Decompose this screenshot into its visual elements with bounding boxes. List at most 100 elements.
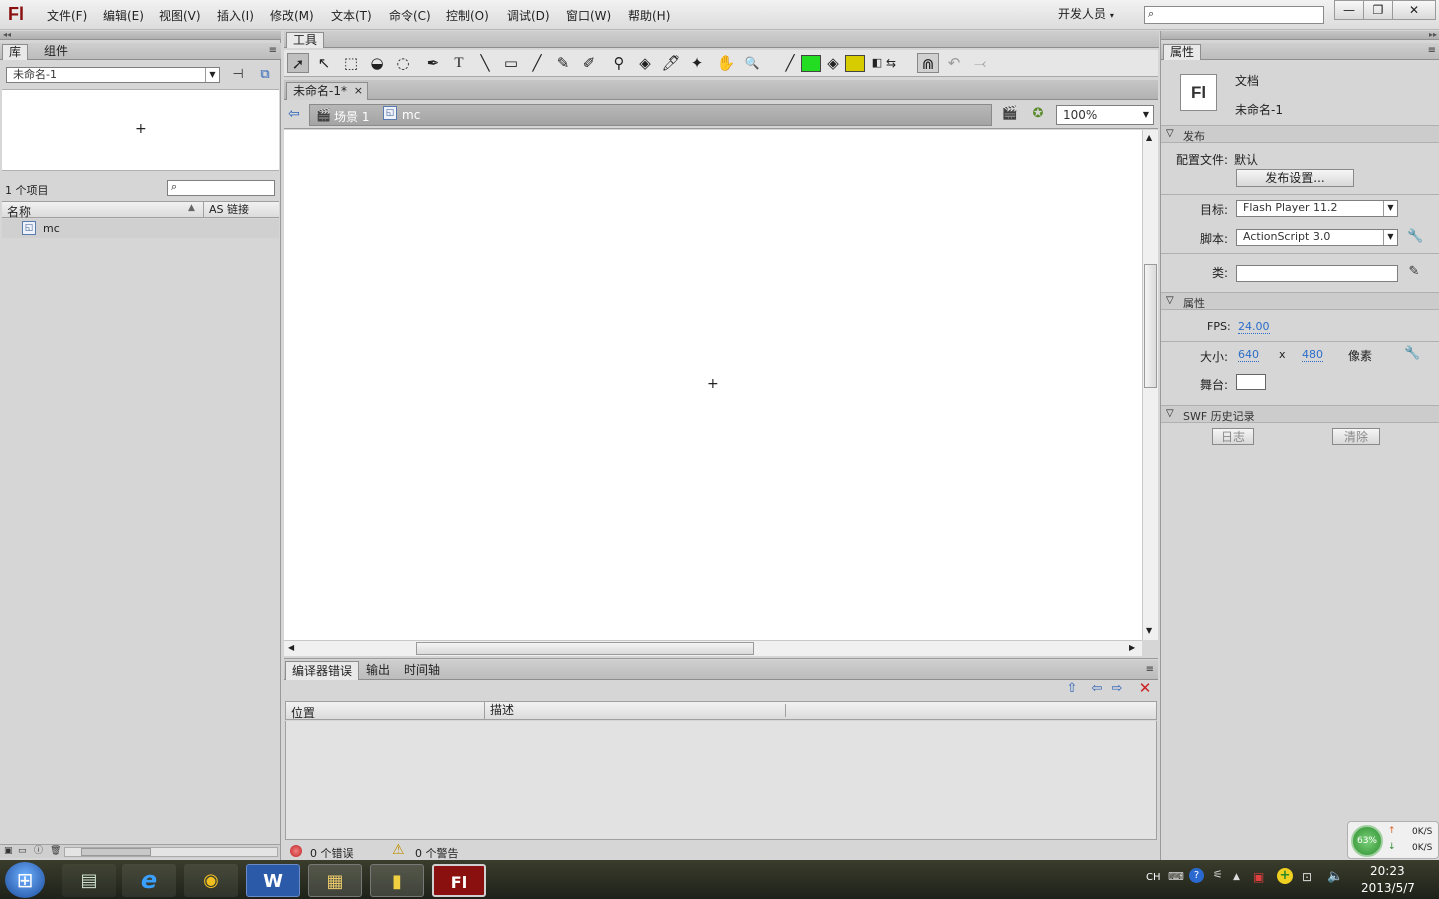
edit-scene-icon[interactable]: 🎬 [1000,106,1020,122]
list-item[interactable]: ◱ mc [2,219,279,238]
tab-output[interactable]: 输出 [360,661,396,680]
hand-tool-icon[interactable]: ✋ [715,53,737,73]
pen-tool-icon[interactable]: ✒ [422,53,444,73]
panel-menu-icon[interactable]: ≡ [1146,662,1154,678]
zoom-tool-icon[interactable]: 🔍 [741,53,763,73]
stroke-color-swatch[interactable] [801,55,821,72]
document-tab[interactable]: 未命名-1* × [286,82,368,100]
language-indicator[interactable]: CH [1146,872,1161,883]
stage-vscrollbar[interactable]: ▲ ▼ [1142,130,1158,640]
brush-tool-icon[interactable]: ✎ [552,53,574,73]
publish-settings-button[interactable]: 发布设置... [1236,169,1354,187]
stroke-color-icon[interactable]: ╱ [779,53,801,73]
selection-tool-icon[interactable]: ➚ [287,53,309,73]
pencil-tool-icon[interactable]: ╱ [526,53,548,73]
back-arrow-icon[interactable]: ⇦ [288,106,300,122]
col-location-header[interactable]: 位置 [291,704,315,721]
taskbar-app-flash-icon[interactable]: Fl [432,864,486,897]
previous-error-icon[interactable]: ⇦ [1088,681,1106,697]
errors-list[interactable] [285,721,1157,840]
straighten-icon[interactable]: ⤙ [969,53,991,73]
menu-insert[interactable]: 插入(I) [217,7,254,24]
tab-components[interactable]: 组件 [38,44,74,60]
delete-icon[interactable]: 🗑 [50,843,61,859]
log-button[interactable]: 日志 [1212,428,1254,445]
clock-time[interactable]: 20:23 [1370,864,1405,878]
smooth-icon[interactable]: ↶ [943,53,965,73]
col-linkage-header[interactable]: AS 链接 [203,202,249,217]
tab-properties[interactable]: 属性 [1163,44,1202,60]
properties-icon[interactable]: ⓘ [34,843,43,859]
pin-icon[interactable]: ⊣ [230,67,246,83]
clear-errors-icon[interactable]: ✕ [1136,680,1154,696]
tab-library[interactable]: 库 [2,44,29,60]
scroll-right-icon[interactable]: ▶ [1129,643,1135,652]
col-description-header[interactable]: 描述 [484,702,514,719]
3d-rotation-tool-icon[interactable]: ◒ [366,53,388,73]
scroll-up-icon[interactable]: ▲ [1146,133,1152,142]
taskbar-app-chrome-icon[interactable]: ◉ [184,864,238,897]
eraser-tool-icon[interactable]: ✦ [686,53,708,73]
show-hidden-icons-icon[interactable]: ▲ [1233,872,1240,882]
network-speed-widget[interactable]: 63% ↑ 0K/S ↓ 0K/S [1347,821,1439,859]
text-tool-icon[interactable]: T [448,53,470,73]
rectangle-tool-icon[interactable]: ▭ [500,53,522,73]
tab-compiler-errors[interactable]: 编译器错误 [285,661,360,680]
bone-tool-icon[interactable]: ⚲ [608,53,630,73]
taskbar-app-explorer-icon[interactable]: ▦ [308,864,362,897]
menu-edit[interactable]: 编辑(E) [103,7,144,24]
snap-to-objects-icon[interactable]: ⋒ [917,53,939,73]
tab-timeline[interactable]: 时间轴 [398,661,446,680]
minimize-button[interactable]: — [1334,0,1364,20]
properties-section-header[interactable]: ▽ 属性 [1161,292,1439,310]
scrollbar-thumb[interactable] [416,642,754,655]
scrollbar-thumb[interactable] [1144,264,1157,388]
clock-date[interactable]: 2013/5/7 [1361,881,1415,895]
input-options-icon[interactable]: ⚟ [1213,868,1223,881]
workspace-switcher[interactable]: 开发人员 ▾ [1058,5,1114,22]
paint-bucket-tool-icon[interactable]: ◈ [634,53,656,73]
scroll-down-icon[interactable]: ▼ [1146,626,1152,635]
taskbar-app-computer-icon[interactable]: ▤ [62,864,116,897]
start-button[interactable]: ⊞ [5,862,45,898]
taskbar-app-ie-icon[interactable]: e [122,864,176,897]
target-select[interactable]: Flash Player 11.2 ▼ [1236,200,1398,217]
stage-color-swatch[interactable] [1236,374,1266,390]
tray-app-icon[interactable]: ▣ [1253,870,1264,884]
new-symbol-icon[interactable]: ▣ [4,843,13,859]
script-settings-wrench-icon[interactable]: 🔧 [1407,229,1423,245]
restore-button[interactable]: ❐ [1363,0,1393,20]
new-library-panel-icon[interactable]: ⧉ [256,67,274,83]
free-transform-tool-icon[interactable]: ⬚ [340,53,362,73]
scroll-left-icon[interactable]: ◀ [288,643,294,652]
menu-file[interactable]: 文件(F) [47,7,87,24]
fill-color-icon[interactable]: ◈ [822,53,844,73]
clear-button[interactable]: 清除 [1332,428,1380,445]
edit-symbols-icon[interactable]: ✪ [1028,106,1048,122]
new-folder-icon[interactable]: ▭ [18,843,27,859]
network-icon[interactable]: ⊡ [1302,870,1312,884]
swap-colors-icon[interactable]: ⇆ [880,53,902,73]
panel-collapse-strip[interactable]: ▸▸ [1161,31,1439,40]
width-value[interactable]: 640 [1238,348,1259,362]
scrollbar-thumb[interactable] [81,848,151,856]
panel-collapse-strip[interactable]: ◂◂ [0,31,281,40]
col-name-header[interactable]: 名称 [7,203,31,220]
volume-icon[interactable]: 🔈 [1327,869,1343,884]
help-search-input[interactable]: ⌕ [1144,6,1324,24]
help-icon[interactable]: ? [1189,868,1204,883]
fill-color-swatch[interactable] [845,55,865,72]
taskbar-app-word-icon[interactable]: W [246,864,300,897]
menu-modify[interactable]: 修改(M) [270,7,314,24]
go-to-source-icon[interactable]: ⇧ [1062,681,1082,697]
document-settings-wrench-icon[interactable]: 🔧 [1404,346,1420,362]
menu-window[interactable]: 窗口(W) [566,7,611,24]
eyedropper-tool-icon[interactable]: 🖊 [660,53,682,73]
menu-commands[interactable]: 命令(C) [389,7,431,24]
taskbar-app-notes-icon[interactable]: ▮ [370,864,424,897]
panel-menu-icon[interactable]: ≡ [1428,43,1436,59]
panel-menu-icon[interactable]: ≡ [269,43,277,59]
menu-debug[interactable]: 调试(D) [507,7,550,24]
library-hscrollbar[interactable] [64,847,278,857]
library-search-input[interactable]: ⌕ [167,180,275,196]
